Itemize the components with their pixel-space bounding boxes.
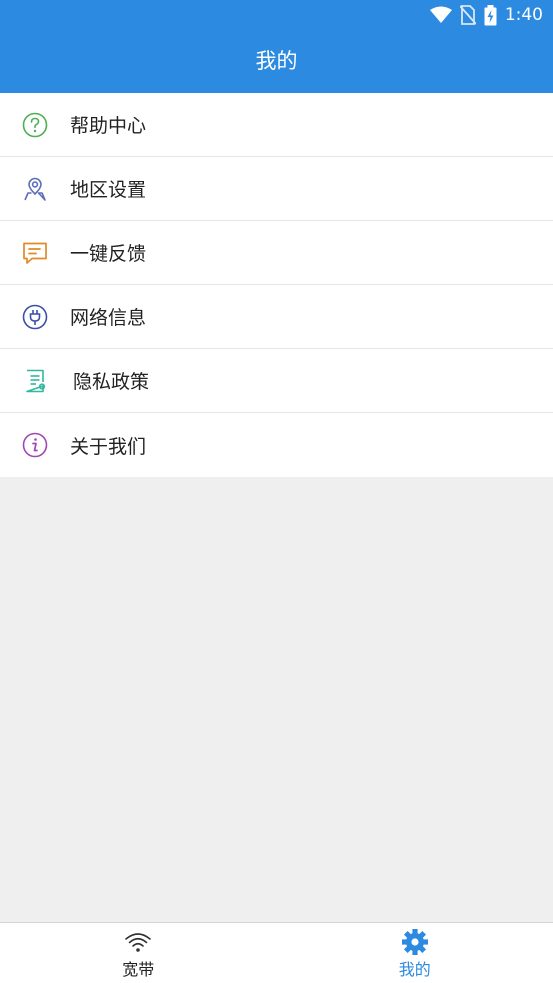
wifi-icon xyxy=(429,6,452,23)
menu-item-label: 隐私政策 xyxy=(73,371,150,393)
no-sim-icon xyxy=(459,5,476,25)
menu-item-help-center[interactable]: 帮助中心 xyxy=(0,93,553,157)
feedback-message-icon xyxy=(23,242,47,264)
menu-item-label: 地区设置 xyxy=(70,179,147,201)
menu-item-label: 帮助中心 xyxy=(70,115,147,137)
settings-menu: 帮助中心 地区设置 一键反馈 网络信息 隐私政策 关于我们 xyxy=(0,93,553,477)
menu-item-network-info[interactable]: 网络信息 xyxy=(0,285,553,349)
menu-item-label: 网络信息 xyxy=(70,307,147,329)
menu-item-privacy-policy[interactable]: 隐私政策 xyxy=(0,349,553,413)
tab-label: 我的 xyxy=(398,960,431,979)
info-icon xyxy=(22,432,48,458)
help-circle-icon xyxy=(22,112,48,138)
plug-icon xyxy=(22,304,48,330)
page-title: 我的 xyxy=(255,49,298,73)
menu-item-about-us[interactable]: 关于我们 xyxy=(0,413,553,477)
menu-item-label: 一键反馈 xyxy=(70,243,147,265)
wifi-signal-icon xyxy=(125,933,152,952)
battery-charging-icon xyxy=(484,4,497,25)
menu-item-label: 关于我们 xyxy=(70,435,147,458)
document-icon xyxy=(26,369,46,393)
tab-broadband[interactable]: 宽带 xyxy=(0,923,277,983)
tab-label: 宽带 xyxy=(122,960,155,979)
status-bar: 1:40 xyxy=(0,0,553,30)
status-time: 1:40 xyxy=(504,5,543,25)
menu-item-region-settings[interactable]: 地区设置 xyxy=(0,157,553,221)
gear-icon xyxy=(401,929,428,955)
location-pin-icon xyxy=(24,177,46,201)
tab-mine[interactable]: 我的 xyxy=(277,923,553,983)
menu-item-feedback[interactable]: 一键反馈 xyxy=(0,221,553,285)
bottom-navigation: 宽带 我的 xyxy=(0,922,553,983)
app-bar: 我的 xyxy=(0,30,553,93)
